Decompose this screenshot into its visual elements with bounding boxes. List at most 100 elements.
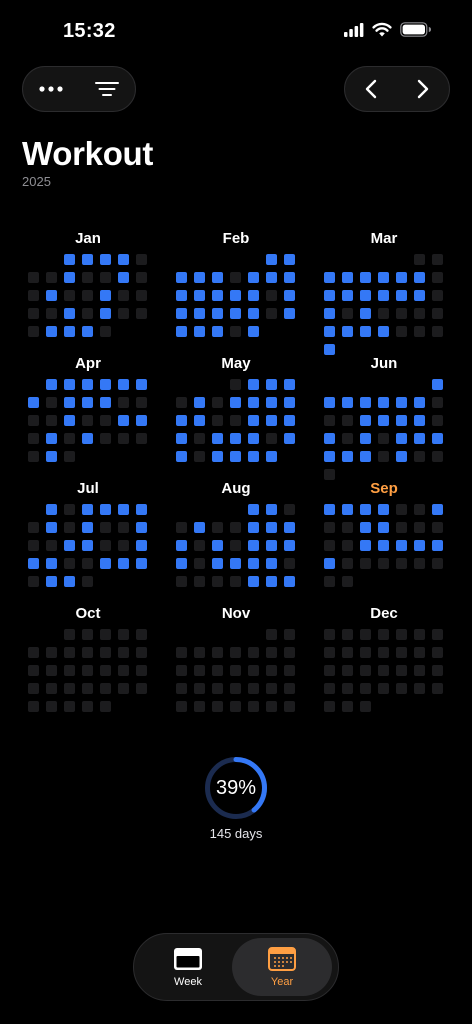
day-cell xyxy=(212,665,223,676)
day-cell-done xyxy=(46,451,57,462)
next-year-button[interactable] xyxy=(401,69,445,109)
day-cell-done xyxy=(414,397,425,408)
day-cell-done xyxy=(396,397,407,408)
status-bar: 15:32 xyxy=(0,0,472,60)
day-cell xyxy=(136,647,147,658)
day-cell xyxy=(64,522,75,533)
day-cell xyxy=(342,308,353,319)
day-cell xyxy=(82,665,93,676)
day-cell xyxy=(284,647,295,658)
day-cell-done xyxy=(82,326,93,337)
day-cell xyxy=(194,701,205,712)
day-cell-done xyxy=(46,290,57,301)
day-cell xyxy=(378,683,389,694)
day-cell xyxy=(432,272,443,283)
tab-year[interactable]: Year xyxy=(232,938,332,996)
day-cell xyxy=(360,647,371,658)
more-button[interactable] xyxy=(29,69,73,109)
day-cell-done xyxy=(324,326,335,337)
filter-button[interactable] xyxy=(85,69,129,109)
day-cell-done xyxy=(324,558,335,569)
day-cell xyxy=(212,683,223,694)
day-cell-done xyxy=(248,451,259,462)
month-label: Jun xyxy=(370,355,398,372)
day-cell xyxy=(82,290,93,301)
day-cell xyxy=(230,379,241,390)
day-cell xyxy=(230,272,241,283)
day-cell-done xyxy=(266,272,277,283)
day-cell xyxy=(194,433,205,444)
day-cell-done xyxy=(212,451,223,462)
day-cell xyxy=(284,683,295,694)
day-cell-done xyxy=(432,504,443,515)
day-cell-done xyxy=(378,290,389,301)
day-cell-done xyxy=(324,433,335,444)
day-cell xyxy=(82,576,93,587)
day-cell xyxy=(342,629,353,640)
day-cell-done xyxy=(194,522,205,533)
day-cell xyxy=(414,683,425,694)
day-cell-done xyxy=(396,540,407,551)
day-cell-done xyxy=(284,540,295,551)
toolbar-left xyxy=(22,66,136,112)
day-cell-done xyxy=(118,379,129,390)
day-cell-done xyxy=(248,290,259,301)
day-cell xyxy=(414,504,425,515)
day-cell xyxy=(82,308,93,319)
day-cell-done xyxy=(266,540,277,551)
day-cell xyxy=(378,629,389,640)
day-cell-done xyxy=(284,576,295,587)
day-cell-done xyxy=(266,522,277,533)
filter-lines-icon xyxy=(95,82,119,96)
day-cell xyxy=(82,683,93,694)
day-cell-done xyxy=(230,397,241,408)
day-cell xyxy=(100,701,111,712)
previous-year-button[interactable] xyxy=(349,69,393,109)
day-cell xyxy=(414,558,425,569)
day-cell-done xyxy=(194,308,205,319)
day-cell xyxy=(82,558,93,569)
day-cell xyxy=(28,522,39,533)
day-cell-done xyxy=(212,272,223,283)
day-cell xyxy=(82,272,93,283)
day-cell xyxy=(64,433,75,444)
day-cell-done xyxy=(230,433,241,444)
day-cell xyxy=(136,254,147,265)
day-cell xyxy=(248,647,259,658)
day-cell-done xyxy=(176,558,187,569)
day-cell-done xyxy=(46,576,57,587)
day-cell xyxy=(100,433,111,444)
tab-bar: Week Year xyxy=(133,933,339,1001)
day-cell xyxy=(342,576,353,587)
month-label: Jan xyxy=(75,230,101,247)
day-cell-done xyxy=(118,272,129,283)
day-cell-done xyxy=(248,522,259,533)
day-cell-done xyxy=(176,433,187,444)
day-cell-done xyxy=(396,290,407,301)
ellipsis-icon xyxy=(39,86,63,92)
day-cell-done xyxy=(100,254,111,265)
day-cell xyxy=(176,397,187,408)
day-cell xyxy=(82,415,93,426)
chevron-right-icon xyxy=(417,79,429,99)
day-cell xyxy=(136,683,147,694)
day-cell-done xyxy=(64,254,75,265)
day-cell xyxy=(396,522,407,533)
day-cell-done xyxy=(360,451,371,462)
day-cell-done xyxy=(212,326,223,337)
day-cell-done xyxy=(414,415,425,426)
month-label: Feb xyxy=(222,230,250,247)
calendar-grid-icon xyxy=(268,946,296,971)
day-cell xyxy=(46,683,57,694)
page-title: Workout xyxy=(22,135,154,172)
day-cell xyxy=(266,308,277,319)
day-cell xyxy=(100,683,111,694)
day-cell xyxy=(28,540,39,551)
day-cell xyxy=(28,683,39,694)
day-cell-done xyxy=(64,576,75,587)
day-cell-done xyxy=(28,397,39,408)
day-cell xyxy=(136,629,147,640)
tab-week[interactable]: Week xyxy=(138,938,238,996)
day-cell xyxy=(136,665,147,676)
day-cell xyxy=(194,683,205,694)
